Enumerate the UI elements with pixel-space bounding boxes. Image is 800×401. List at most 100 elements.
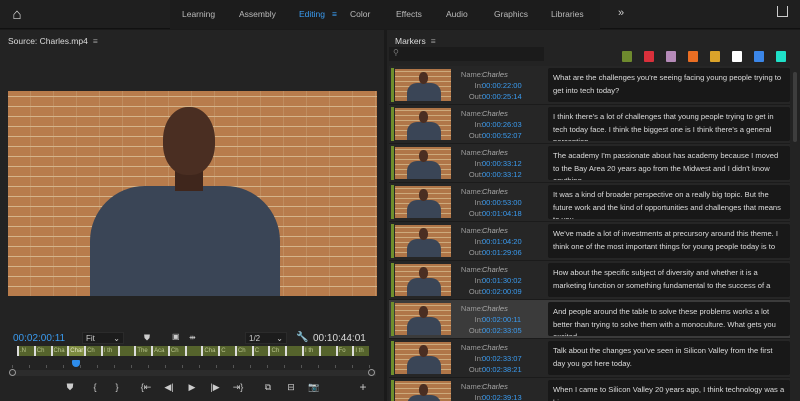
marker-in[interactable]: 00:01:04:20 (482, 237, 522, 246)
marker-segment[interactable]: I th (352, 346, 369, 356)
marker-name[interactable]: Charles (482, 187, 508, 196)
tab-effects[interactable]: Effects (396, 9, 422, 19)
marker-name[interactable]: Charles (482, 226, 508, 235)
marker-name[interactable]: Charles (482, 382, 508, 391)
scroll-end-handle[interactable] (368, 369, 375, 376)
marker-comment[interactable]: What are the challenges you're seeing fa… (548, 68, 790, 102)
marker-comment[interactable]: It was a kind of broader perspective on … (548, 185, 790, 219)
settings-wrench-icon[interactable]: 🔧 (296, 332, 308, 343)
time-ruler[interactable] (12, 358, 372, 368)
color-filter-swatch[interactable] (732, 51, 742, 62)
scroll-start-handle[interactable] (9, 369, 16, 376)
marker-in[interactable]: 00:00:33:12 (482, 159, 522, 168)
marker-row[interactable]: Name: Charles In: 00:00:26:03 Out: 00:00… (389, 105, 790, 144)
zoom-select[interactable]: Fit ⌄ (82, 332, 124, 344)
marker-segment[interactable] (285, 346, 302, 356)
marker-segment[interactable]: Ch (33, 346, 51, 356)
marker-name[interactable]: Charles (482, 265, 508, 274)
marker-in[interactable]: 00:00:26:03 (482, 120, 522, 129)
marker-row[interactable]: Name: Charles In: 00:01:30:02 Out: 00:02… (389, 261, 790, 300)
tab-graphics[interactable]: Graphics (494, 9, 528, 19)
marker-row[interactable]: Name: Charles In: 00:02:00:11 Out: 00:02… (389, 300, 790, 339)
color-filter-swatch[interactable] (776, 51, 786, 62)
marker-segment[interactable] (184, 346, 202, 356)
marker-segment[interactable]: Fo (335, 346, 353, 356)
marker-strip[interactable]: .N Ch Cha Char Ch I th The Aca Ch Cha C Ch C Ch I th Fo… (17, 346, 369, 356)
color-filter-swatch[interactable] (710, 51, 720, 62)
marker-segment[interactable]: The (134, 346, 151, 356)
marker-row[interactable]: Name: Charles In: 00:01:04:20 Out: 00:01… (389, 222, 790, 261)
export-frame-icon[interactable]: 📷 (307, 382, 321, 393)
color-filter-swatch[interactable] (666, 51, 676, 62)
audio-waveform-icon[interactable]: ⇻ (189, 333, 196, 342)
marker-segment[interactable]: Cha (201, 346, 218, 356)
marker-segment[interactable]: C (218, 346, 235, 356)
go-to-out-icon[interactable]: ⇥} (231, 382, 245, 393)
marker-list-scrollbar[interactable] (793, 72, 797, 142)
current-timecode[interactable]: 00:02:00:11 (13, 333, 65, 344)
step-back-icon[interactable]: ◀| (162, 382, 176, 393)
panel-menu-icon[interactable]: ≡ (431, 36, 436, 46)
marker-row[interactable]: Name: Charles In: 00:02:39:13 Out: When … (389, 378, 790, 401)
color-filter-swatch[interactable] (688, 51, 698, 62)
editing-menu-icon[interactable]: ≡ (332, 9, 337, 19)
marker-comment[interactable]: Talk about the changes you've seen in Si… (548, 341, 790, 375)
marker-comment[interactable]: The academy I'm passionate about has aca… (548, 146, 790, 180)
marker-icon[interactable]: ⛊ (144, 333, 150, 343)
marker-out[interactable]: 00:00:33:12 (482, 170, 522, 179)
marker-in[interactable]: 00:02:39:13 (482, 393, 522, 401)
marker-in[interactable]: 00:02:00:11 (482, 315, 521, 324)
play-icon[interactable]: ▶ (185, 382, 199, 393)
share-icon[interactable] (777, 6, 788, 17)
marker-segment[interactable] (117, 346, 135, 356)
add-marker-icon[interactable]: ⛊ (63, 382, 77, 393)
marker-comment[interactable]: I think there's a lot of challenges that… (548, 107, 790, 141)
mark-out-icon[interactable]: } (110, 382, 124, 392)
tab-assembly[interactable]: Assembly (239, 9, 276, 19)
marker-search-input[interactable]: ⚲ (389, 47, 544, 61)
more-workspaces-icon[interactable]: » (618, 7, 624, 19)
marker-out[interactable]: 00:02:00:09 (482, 287, 522, 296)
marker-out[interactable]: 00:02:33:05 (482, 326, 522, 335)
tab-audio[interactable]: Audio (446, 9, 468, 19)
color-filter-swatch[interactable] (644, 51, 654, 62)
marker-name[interactable]: Charles (482, 70, 508, 79)
tab-color[interactable]: Color (350, 9, 370, 19)
marker-comment[interactable]: When I came to Silicon Valley 20 years a… (548, 380, 790, 401)
marker-segment[interactable]: .N (17, 346, 34, 356)
marker-name[interactable]: Charles (482, 343, 508, 352)
marker-segment[interactable]: Ch (268, 346, 285, 356)
panel-menu-icon[interactable]: ≡ (93, 36, 98, 46)
marker-in[interactable]: 00:00:22:00 (482, 81, 522, 90)
marker-segment[interactable]: Aca (151, 346, 168, 356)
marker-out[interactable]: 00:00:25:14 (482, 92, 522, 101)
marker-name[interactable]: Charles (482, 148, 508, 157)
marker-segment[interactable]: Char (67, 346, 85, 356)
marker-in[interactable]: 00:01:30:02 (482, 276, 522, 285)
marker-segment[interactable]: Cha (50, 346, 68, 356)
marker-name[interactable]: Charles (482, 304, 508, 313)
marker-row[interactable]: Name: Charles In: 00:02:33:07 Out: 00:02… (389, 339, 790, 378)
home-icon[interactable]: ⌂ (8, 6, 26, 23)
marker-segment[interactable]: Ch (84, 346, 101, 356)
marker-segment[interactable]: Ch (234, 346, 252, 356)
marker-comment[interactable]: We've made a lot of investments at precu… (548, 224, 790, 258)
go-to-in-icon[interactable]: {⇤ (139, 382, 153, 393)
step-forward-icon[interactable]: |▶ (208, 382, 222, 393)
tab-editing[interactable]: Editing (299, 9, 325, 19)
add-button-icon[interactable]: + (356, 380, 370, 394)
marker-in[interactable]: 00:00:53:00 (482, 198, 522, 207)
overwrite-icon[interactable]: ⊟ (284, 382, 298, 393)
marker-name[interactable]: Charles (482, 109, 508, 118)
marker-row[interactable]: Name: Charles In: 00:00:33:12 Out: 00:00… (389, 144, 790, 183)
marker-out[interactable]: 00:01:04:18 (482, 209, 522, 218)
zoom-scrollbar[interactable] (10, 370, 376, 376)
marker-row[interactable]: Name: Charles In: 00:00:53:00 Out: 00:01… (389, 183, 790, 222)
marker-out[interactable]: 00:00:52:07 (482, 131, 522, 140)
safe-margins-icon[interactable]: ▣ (172, 332, 180, 341)
tab-learning[interactable]: Learning (182, 9, 215, 19)
color-filter-swatch[interactable] (754, 51, 764, 62)
marker-segment[interactable]: Ch (167, 346, 185, 356)
marker-comment[interactable]: And people around the table to solve the… (548, 302, 790, 336)
marker-segment[interactable]: C (251, 346, 269, 356)
